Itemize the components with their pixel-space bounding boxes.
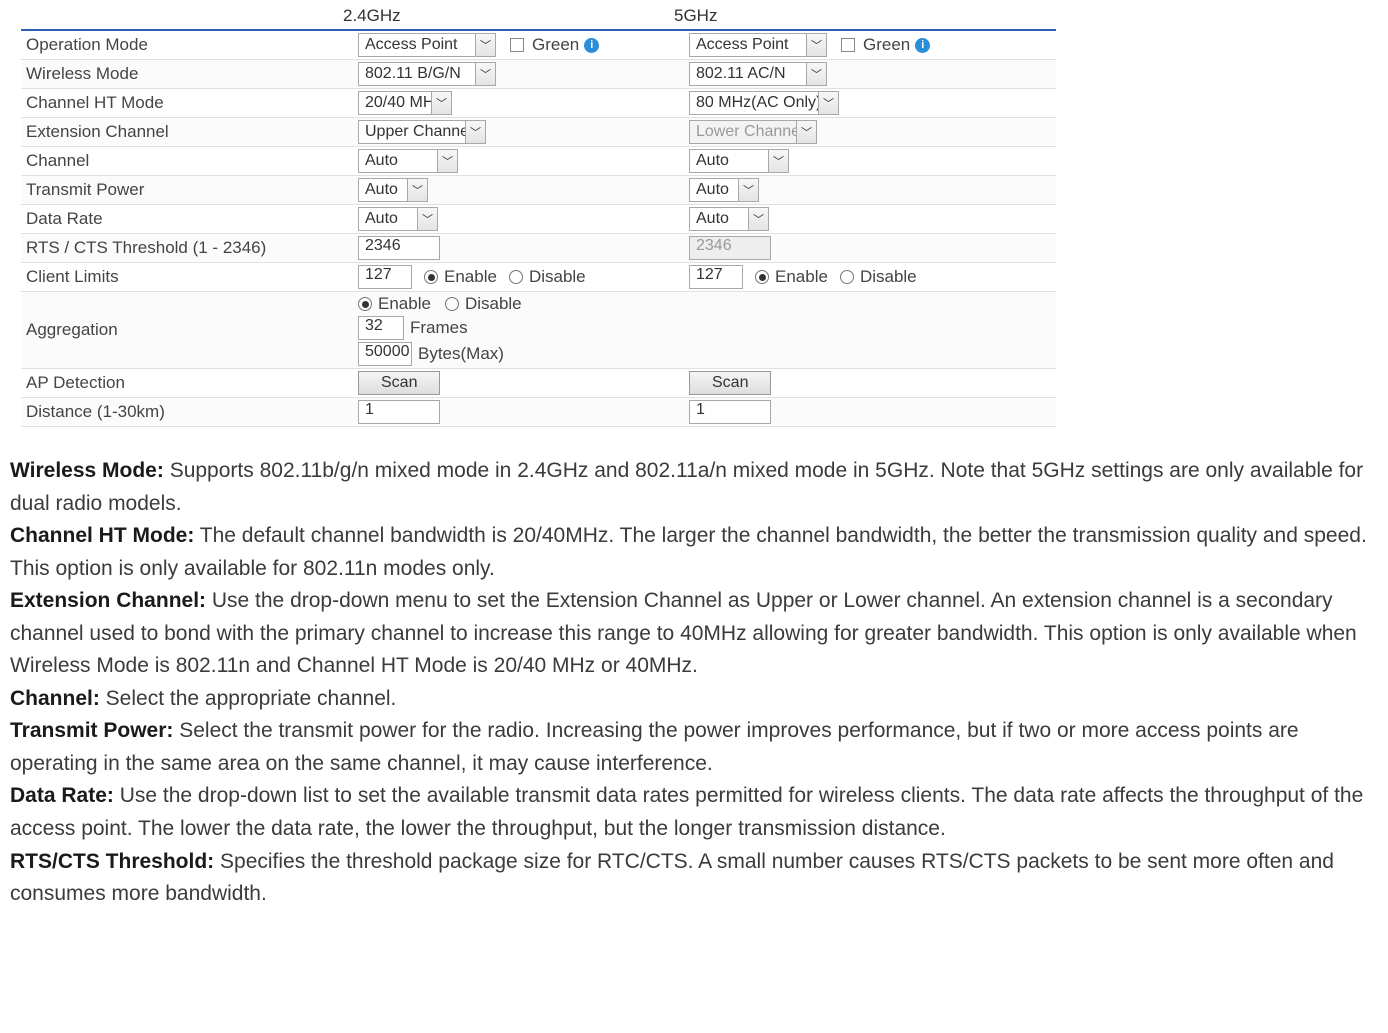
label-channel: Channel (21, 148, 358, 174)
chevron-down-icon: ﹀ (465, 121, 485, 143)
label-channel-ht-mode: Channel HT Mode (21, 90, 358, 116)
chevron-down-icon: ﹀ (818, 92, 838, 114)
client-limits-24-enable-radio[interactable] (424, 270, 438, 284)
chevron-down-icon: ﹀ (431, 92, 451, 114)
operation-mode-24-select[interactable]: Access Point ﹀ (358, 33, 496, 57)
green-24-checkbox[interactable] (510, 38, 524, 52)
rts-cts-24-input[interactable]: 2346 (358, 236, 440, 260)
row-aggregation: Aggregation Enable Disable 32 Frames (21, 292, 1056, 369)
row-channel: Channel Auto ﹀ Auto ﹀ (21, 147, 1056, 176)
info-icon[interactable]: i (915, 38, 930, 53)
distance-5-input[interactable]: 1 (689, 400, 771, 424)
label-aggregation: Aggregation (21, 317, 358, 343)
chevron-down-icon: ﹀ (437, 150, 457, 172)
distance-24-input[interactable]: 1 (358, 400, 440, 424)
data-rate-5-select[interactable]: Auto ﹀ (689, 207, 769, 231)
label-extension-channel: Extension Channel (21, 119, 358, 145)
desc-channel-ht-term: Channel HT Mode: (10, 524, 194, 547)
desc-transmit-power-text: Select the transmit power for the radio.… (10, 719, 1299, 775)
row-client-limits: Client Limits 127 Enable Disable 127 Ena… (21, 263, 1056, 292)
client-limits-5-enable-radio[interactable] (755, 270, 769, 284)
field-descriptions: Wireless Mode: Supports 802.11b/g/n mixe… (6, 455, 1382, 911)
ap-detection-24-scan-button[interactable]: Scan (358, 371, 440, 395)
aggregation-frames-label: Frames (410, 318, 468, 338)
label-wireless-mode: Wireless Mode (21, 61, 358, 87)
desc-data-rate-text: Use the drop-down list to set the availa… (10, 784, 1363, 840)
row-data-rate: Data Rate Auto ﹀ Auto ﹀ (21, 205, 1056, 234)
chevron-down-icon: ﹀ (417, 208, 437, 230)
chevron-down-icon: ﹀ (748, 208, 768, 230)
label-rts-cts: RTS / CTS Threshold (1 - 2346) (21, 235, 358, 261)
transmit-power-5-select[interactable]: Auto ﹀ (689, 178, 759, 202)
desc-extension-channel-term: Extension Channel: (10, 589, 206, 612)
label-transmit-power: Transmit Power (21, 177, 358, 203)
green-24-label: Green (532, 35, 579, 55)
aggregation-frames-input[interactable]: 32 (358, 316, 404, 340)
desc-transmit-power-term: Transmit Power: (10, 719, 173, 742)
desc-wireless-mode-term: Wireless Mode: (10, 459, 164, 482)
chevron-down-icon: ﹀ (475, 34, 495, 56)
label-data-rate: Data Rate (21, 206, 358, 232)
row-operation-mode: Operation Mode Access Point ﹀ Green i Ac… (21, 31, 1056, 60)
aggregation-bytes-input[interactable]: 50000 (358, 342, 412, 366)
desc-channel-ht-text: The default channel bandwidth is 20/40MH… (10, 524, 1367, 580)
label-client-limits: Client Limits (21, 264, 358, 290)
data-rate-24-select[interactable]: Auto ﹀ (358, 207, 438, 231)
extension-channel-5-select: Lower Channel ﹀ (689, 120, 817, 144)
desc-rts-cts-term: RTS/CTS Threshold: (10, 850, 214, 873)
client-limits-24-input[interactable]: 127 (358, 265, 412, 289)
row-extension-channel: Extension Channel Upper Channel ﹀ Lower … (21, 118, 1056, 147)
client-limits-5-disable-radio[interactable] (840, 270, 854, 284)
desc-channel-text: Select the appropriate channel. (100, 687, 397, 710)
chevron-down-icon: ﹀ (475, 63, 495, 85)
chevron-down-icon: ﹀ (806, 34, 826, 56)
chevron-down-icon: ﹀ (806, 63, 826, 85)
wireless-config-table: Operation Mode Access Point ﹀ Green i Ac… (21, 29, 1056, 427)
band-header-row: 2.4GHz 5GHz (6, 6, 1382, 29)
row-ap-detection: AP Detection Scan Scan (21, 369, 1056, 398)
header-24ghz: 2.4GHz (343, 6, 674, 26)
aggregation-bytes-label: Bytes(Max) (418, 344, 504, 364)
aggregation-disable-radio[interactable] (445, 297, 459, 311)
chevron-down-icon: ﹀ (407, 179, 427, 201)
header-5ghz: 5GHz (674, 6, 1382, 26)
green-5-checkbox[interactable] (841, 38, 855, 52)
client-limits-5-input[interactable]: 127 (689, 265, 743, 289)
row-channel-ht-mode: Channel HT Mode 20/40 MHz ﹀ 80 MHz(AC On… (21, 89, 1056, 118)
rts-cts-5-input: 2346 (689, 236, 771, 260)
channel-5-select[interactable]: Auto ﹀ (689, 149, 789, 173)
row-transmit-power: Transmit Power Auto ﹀ Auto ﹀ (21, 176, 1056, 205)
label-operation-mode: Operation Mode (21, 32, 358, 58)
extension-channel-24-select[interactable]: Upper Channel ﹀ (358, 120, 486, 144)
client-limits-24-disable-radio[interactable] (509, 270, 523, 284)
chevron-down-icon: ﹀ (768, 150, 788, 172)
desc-data-rate-term: Data Rate: (10, 784, 114, 807)
aggregation-enable-radio[interactable] (358, 297, 372, 311)
label-distance: Distance (1-30km) (21, 399, 358, 425)
row-distance: Distance (1-30km) 1 1 (21, 398, 1056, 427)
row-rts-cts: RTS / CTS Threshold (1 - 2346) 2346 2346 (21, 234, 1056, 263)
chevron-down-icon: ﹀ (738, 179, 758, 201)
row-wireless-mode: Wireless Mode 802.11 B/G/N ﹀ 802.11 AC/N… (21, 60, 1056, 89)
desc-extension-channel-text: Use the drop-down menu to set the Extens… (10, 589, 1357, 677)
ap-detection-5-scan-button[interactable]: Scan (689, 371, 771, 395)
transmit-power-24-select[interactable]: Auto ﹀ (358, 178, 428, 202)
green-5-label: Green (863, 35, 910, 55)
wireless-mode-24-select[interactable]: 802.11 B/G/N ﹀ (358, 62, 496, 86)
desc-channel-term: Channel: (10, 687, 100, 710)
channel-24-select[interactable]: Auto ﹀ (358, 149, 458, 173)
label-ap-detection: AP Detection (21, 370, 358, 396)
chevron-down-icon: ﹀ (796, 121, 816, 143)
channel-ht-24-select[interactable]: 20/40 MHz ﹀ (358, 91, 452, 115)
channel-ht-5-select[interactable]: 80 MHz(AC Only) ﹀ (689, 91, 839, 115)
info-icon[interactable]: i (584, 38, 599, 53)
operation-mode-5-select[interactable]: Access Point ﹀ (689, 33, 827, 57)
desc-wireless-mode-text: Supports 802.11b/g/n mixed mode in 2.4GH… (10, 459, 1363, 515)
wireless-mode-5-select[interactable]: 802.11 AC/N ﹀ (689, 62, 827, 86)
